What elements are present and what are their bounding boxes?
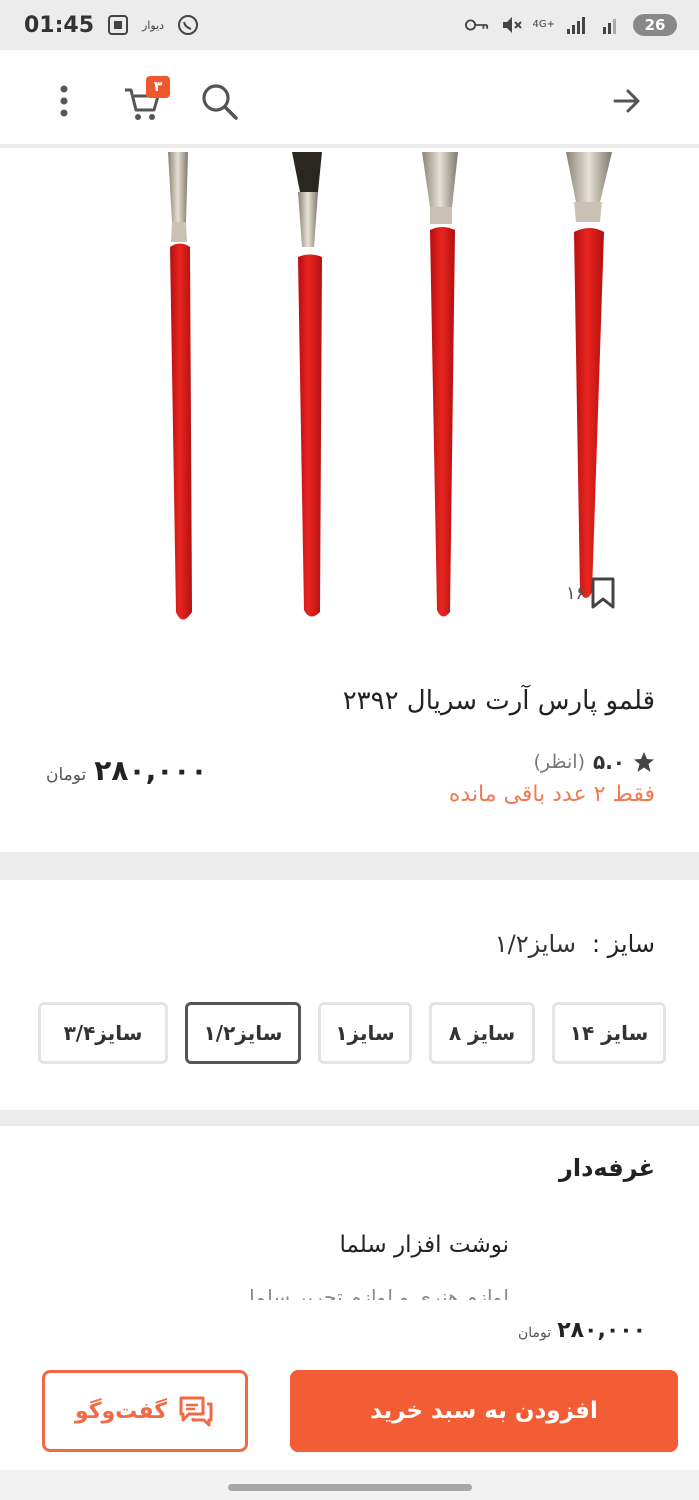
rating-note: (انظر): [533, 751, 585, 773]
rating-row: ۵.۰ (انظر): [534, 750, 655, 774]
divar-label: دیوار: [142, 18, 165, 32]
status-right: 4G+ 26: [464, 14, 677, 36]
bottom-price: ۲۸۰,۰۰۰ تومان: [518, 1318, 646, 1343]
seller-subtitle: لوازم هنری و لوازم تحریر سلما: [249, 1285, 509, 1300]
status-time: 01:45: [24, 12, 95, 38]
bookmark-icon[interactable]: [589, 576, 617, 610]
network-type: 4G+: [532, 19, 556, 30]
back-arrow-icon[interactable]: [611, 86, 643, 116]
bookmark-area[interactable]: ۱۶: [566, 576, 617, 610]
cart-badge: ۳: [146, 76, 170, 98]
size-option-14[interactable]: سایز ۱۴: [552, 1002, 666, 1064]
cart-button[interactable]: ۳: [122, 76, 170, 122]
chat-label: گفت‌وگو: [74, 1398, 168, 1424]
status-left: 01:45 دیوار: [24, 13, 200, 38]
chat-button[interactable]: گفت‌وگو: [42, 1370, 248, 1452]
size-option-8[interactable]: سایز ۸: [429, 1002, 535, 1064]
size-option-3-4[interactable]: سایز۳/۴: [38, 1002, 168, 1064]
seller-name[interactable]: نوشت افزار سلما: [339, 1232, 509, 1258]
signal-2-icon: [599, 14, 623, 36]
brush-1: [168, 152, 192, 620]
chat-icon: [179, 1396, 213, 1427]
screenshot-icon: [106, 14, 130, 36]
status-bar: 01:45 دیوار 4G+ 26: [0, 0, 699, 50]
gesture-handle[interactable]: [228, 1484, 472, 1491]
app-bar: ۳: [0, 50, 699, 148]
size-option-1[interactable]: سایز۱: [318, 1002, 412, 1064]
product-image[interactable]: ۱۶: [0, 152, 699, 652]
size-heading: سایز : سایز۱/۲: [495, 930, 655, 958]
bottom-bar: ۲۸۰,۰۰۰ تومان افزودن به سبد خرید گفت‌وگو: [0, 1300, 699, 1470]
whatsapp-icon: [176, 14, 200, 36]
section-divider-2: [0, 1110, 699, 1126]
bottom-price-value: ۲۸۰,۰۰۰: [557, 1318, 647, 1343]
rating-value: ۵.۰: [592, 750, 625, 774]
bookmark-count: ۱۶: [566, 582, 586, 604]
size-selected-value: سایز۱/۲: [494, 930, 576, 958]
price-value: ۲۸۰,۰۰۰: [94, 754, 208, 787]
size-option-1-2[interactable]: سایز۱/۲: [185, 1002, 301, 1064]
system-nav-area: [0, 1470, 699, 1500]
star-icon: [634, 752, 654, 772]
signal-icon: [565, 14, 589, 36]
bottom-price-currency: تومان: [518, 1325, 552, 1341]
more-vert-icon[interactable]: [56, 84, 72, 118]
search-icon[interactable]: [198, 80, 240, 122]
product-title: قلمو پارس آرت سریال ۲۳۹۲: [342, 686, 655, 716]
battery-icon: 26: [633, 14, 677, 36]
add-to-cart-button[interactable]: افزودن به سبد خرید: [290, 1370, 678, 1452]
brush-3: [422, 152, 458, 617]
price-currency: تومان: [46, 765, 87, 785]
brush-4: [566, 152, 612, 598]
size-options: سایز ۱۴ سایز ۸ سایز۱ سایز۱/۲ سایز۳/۴: [38, 1002, 666, 1066]
brush-2: [292, 152, 322, 617]
size-label: سایز :: [591, 930, 655, 958]
stock-warning: فقط ۲ عدد باقی مانده: [448, 782, 655, 807]
product-price: ۲۸۰,۰۰۰ تومان: [46, 754, 207, 787]
vpn-key-icon: [464, 14, 489, 36]
mute-icon: [499, 14, 523, 36]
section-divider: [0, 852, 699, 880]
seller-heading: غرفه‌دار: [559, 1154, 655, 1182]
